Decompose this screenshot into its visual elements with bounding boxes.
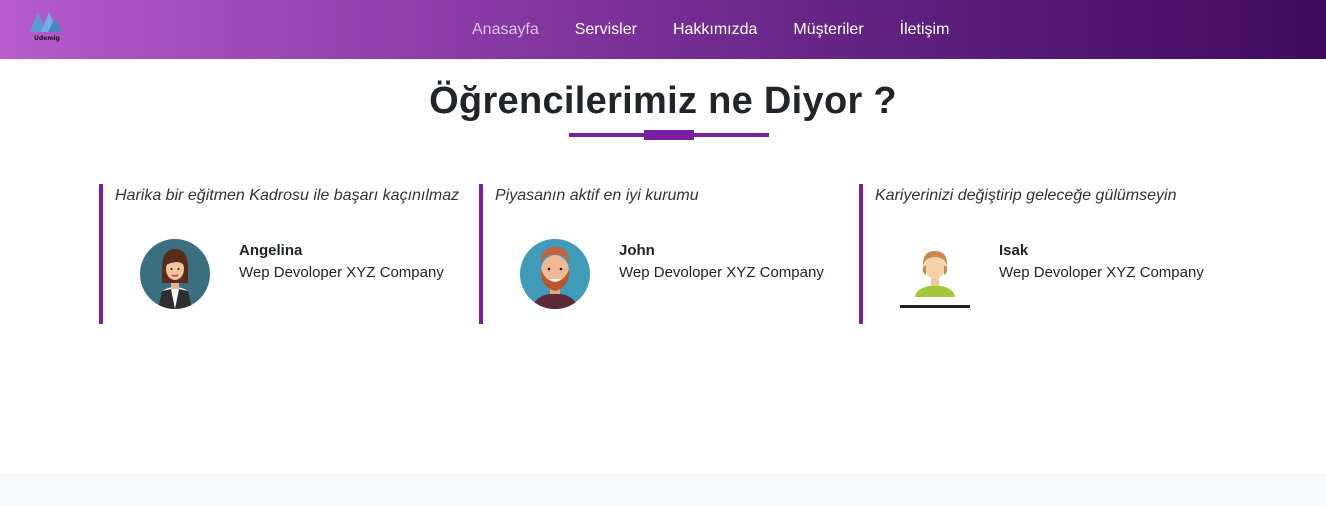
title-underline-accent — [644, 130, 694, 140]
testimonial-card: Piyasanın aktif en iyi kurumu John Wep D… — [479, 184, 849, 324]
brand-logo-text: Udemig — [34, 35, 60, 42]
nav-item-musteriler[interactable]: Müşteriler — [775, 21, 881, 39]
person-role: Wep Devoloper XYZ Company — [239, 264, 444, 281]
nav-item-servisler[interactable]: Servisler — [557, 21, 655, 39]
nav-item-iletisim[interactable]: İletişim — [882, 21, 968, 39]
logo-mountains-icon — [30, 12, 62, 32]
person-role: Wep Devoloper XYZ Company — [999, 264, 1204, 281]
nav-item-anasayfa[interactable]: Anasayfa — [454, 21, 557, 39]
footer-band — [0, 473, 1326, 506]
person-role: Wep Devoloper XYZ Company — [619, 264, 824, 281]
testimonial-card: Kariyerinizi değiştirip geleceğe gülümse… — [859, 184, 1229, 324]
person-name: Isak — [999, 242, 1029, 259]
testimonial-quote: Piyasanın aktif en iyi kurumu — [495, 187, 699, 204]
person-name: John — [619, 242, 655, 259]
woman-avatar-icon — [140, 239, 210, 309]
testimonial-quote: Harika bir eğitmen Kadrosu ile başarı ka… — [115, 187, 460, 204]
navbar: Udemig Anasayfa Servisler Hakkımızda Müş… — [0, 0, 1326, 59]
person-name: Angelina — [239, 242, 303, 259]
testimonial-quote: Kariyerinizi değiştirip geleceğe gülümse… — [875, 187, 1177, 204]
nav-item-hakkimizda[interactable]: Hakkımızda — [655, 21, 775, 39]
bearded-man-avatar-icon — [520, 239, 590, 309]
testimonial-card: Harika bir eğitmen Kadrosu ile başarı ka… — [99, 184, 469, 324]
user-avatar-icon — [900, 239, 970, 309]
nav-links: Anasayfa Servisler Hakkımızda Müşteriler… — [454, 0, 967, 59]
section-title: Öğrencilerimiz ne Diyor ? — [429, 80, 897, 122]
